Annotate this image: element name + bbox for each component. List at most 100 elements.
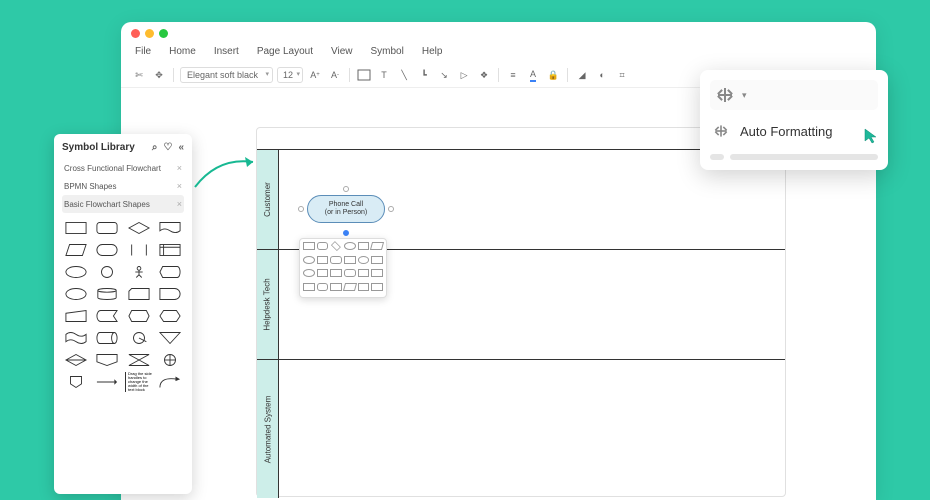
search-icon[interactable]: ⌕: [152, 142, 158, 153]
close-icon[interactable]: ×: [177, 181, 182, 191]
menu-insert[interactable]: Insert: [214, 46, 239, 57]
shape-arrow[interactable]: [94, 373, 122, 391]
shape-offpage2[interactable]: [62, 373, 90, 391]
font-decrease-icon[interactable]: A-: [327, 67, 343, 83]
lane-text: Customer: [263, 182, 272, 217]
shape-delay[interactable]: [157, 285, 185, 303]
text-icon[interactable]: T: [376, 67, 392, 83]
swimlane-helpdesk[interactable]: Helpdesk Tech: [257, 250, 785, 360]
heart-icon[interactable]: ♡: [163, 142, 172, 153]
shape-doc[interactable]: [157, 219, 185, 237]
rect-icon[interactable]: [356, 67, 372, 83]
handle-top[interactable]: [343, 186, 349, 192]
shape-actor[interactable]: [125, 263, 153, 281]
shape-loop[interactable]: [125, 307, 153, 325]
hint-text: Drag the side handles to change the widt…: [125, 372, 153, 392]
cat-basic-flowchart[interactable]: Basic Flowchart Shapes ×: [62, 195, 184, 213]
shape-collate[interactable]: [125, 351, 153, 369]
cursor-icon: [864, 128, 880, 144]
connector-icon[interactable]: ┗: [416, 67, 432, 83]
shape-direct[interactable]: [94, 329, 122, 347]
sidebar-title: Symbol Library: [62, 142, 135, 153]
shape-rect[interactable]: [62, 219, 90, 237]
line-icon[interactable]: ╲: [396, 67, 412, 83]
pointer-icon[interactable]: ✥: [151, 67, 167, 83]
shape-ellipse2[interactable]: [62, 285, 90, 303]
lane-text: Helpdesk Tech: [263, 278, 272, 330]
shape-circle[interactable]: [94, 263, 122, 281]
swimlane-automated[interactable]: Automated System: [257, 360, 785, 498]
cursor-icon[interactable]: ▷: [456, 67, 472, 83]
shape-predef[interactable]: [125, 241, 153, 259]
close-icon[interactable]: ×: [177, 199, 182, 209]
crop-icon[interactable]: ⌗: [614, 67, 630, 83]
canvas[interactable]: Customer Phone Call (or in Person) Helpd…: [256, 127, 786, 497]
shadow-icon[interactable]: ◐: [594, 67, 610, 83]
separator: [349, 68, 350, 82]
sparkle-icon: [716, 86, 734, 104]
shape-prep[interactable]: [157, 307, 185, 325]
shape-stored[interactable]: [94, 307, 122, 325]
align-icon[interactable]: ≡: [505, 67, 521, 83]
shape-internal[interactable]: [157, 241, 185, 259]
shape-seq[interactable]: [125, 329, 153, 347]
symbol-library-panel[interactable]: Symbol Library ⌕ ♡ « Cross Functional Fl…: [54, 134, 192, 494]
shape-rounded[interactable]: [94, 219, 122, 237]
sparkle-icon: [714, 124, 728, 138]
shape-merge[interactable]: [157, 329, 185, 347]
close-icon[interactable]: ×: [177, 163, 182, 173]
font-color-icon[interactable]: A: [525, 67, 541, 83]
handle-bottom[interactable]: [343, 230, 349, 236]
shape-card[interactable]: [125, 285, 153, 303]
shapes-grid: Drag the side handles to change the widt…: [62, 219, 184, 391]
menu-help[interactable]: Help: [422, 46, 443, 57]
fill-icon[interactable]: ◢: [574, 67, 590, 83]
separator: [498, 68, 499, 82]
menu-symbol[interactable]: Symbol: [371, 46, 404, 57]
menu-file[interactable]: File: [135, 46, 151, 57]
shape-ellipse[interactable]: [62, 263, 90, 281]
shape-offpage[interactable]: [94, 351, 122, 369]
shape-sort[interactable]: [62, 351, 90, 369]
layers-icon[interactable]: ❖: [476, 67, 492, 83]
cat-label: Basic Flowchart Shapes: [64, 200, 150, 209]
shape-para[interactable]: [62, 241, 90, 259]
placeholder: [710, 154, 724, 160]
cat-label: Cross Functional Flowchart: [64, 164, 161, 173]
cat-label: BPMN Shapes: [64, 182, 116, 191]
popover-trigger[interactable]: ▾: [710, 80, 878, 110]
shape-cylinder[interactable]: [94, 285, 122, 303]
size-select[interactable]: 12: [277, 67, 303, 83]
menu-page-layout[interactable]: Page Layout: [257, 46, 313, 57]
shape-annotation[interactable]: Drag the side handles to change the widt…: [125, 373, 153, 391]
font-increase-icon[interactable]: A+: [307, 67, 323, 83]
font-select[interactable]: Elegant soft black: [180, 67, 273, 83]
shape-manual[interactable]: [62, 307, 90, 325]
node-line2: (or in Person): [325, 209, 367, 217]
cat-bpmn[interactable]: BPMN Shapes ×: [62, 177, 184, 195]
menu-view[interactable]: View: [331, 46, 353, 57]
shape-tape[interactable]: [62, 329, 90, 347]
close-dot[interactable]: [131, 29, 140, 38]
collapse-icon[interactable]: «: [178, 142, 184, 153]
cut-icon[interactable]: ✄: [131, 67, 147, 83]
shape-or[interactable]: [157, 351, 185, 369]
max-dot[interactable]: [159, 29, 168, 38]
shape-pill[interactable]: [94, 241, 122, 259]
cat-cross-functional[interactable]: Cross Functional Flowchart ×: [62, 159, 184, 177]
separator: [173, 68, 174, 82]
shape-display[interactable]: [157, 263, 185, 281]
auto-formatting-option[interactable]: Auto Formatting: [710, 118, 878, 144]
phone-call-node[interactable]: Phone Call (or in Person): [307, 195, 385, 223]
separator: [567, 68, 568, 82]
arrow-icon[interactable]: ↘: [436, 67, 452, 83]
handle-left[interactable]: [298, 206, 304, 212]
auto-format-popover: ▾ Auto Formatting: [700, 70, 888, 170]
shape-curve[interactable]: [157, 373, 185, 391]
menubar: File Home Insert Page Layout View Symbol…: [121, 44, 876, 63]
lock-icon[interactable]: 🔒: [545, 67, 561, 83]
handle-right[interactable]: [388, 206, 394, 212]
min-dot[interactable]: [145, 29, 154, 38]
menu-home[interactable]: Home: [169, 46, 196, 57]
shape-diamond[interactable]: [125, 219, 153, 237]
